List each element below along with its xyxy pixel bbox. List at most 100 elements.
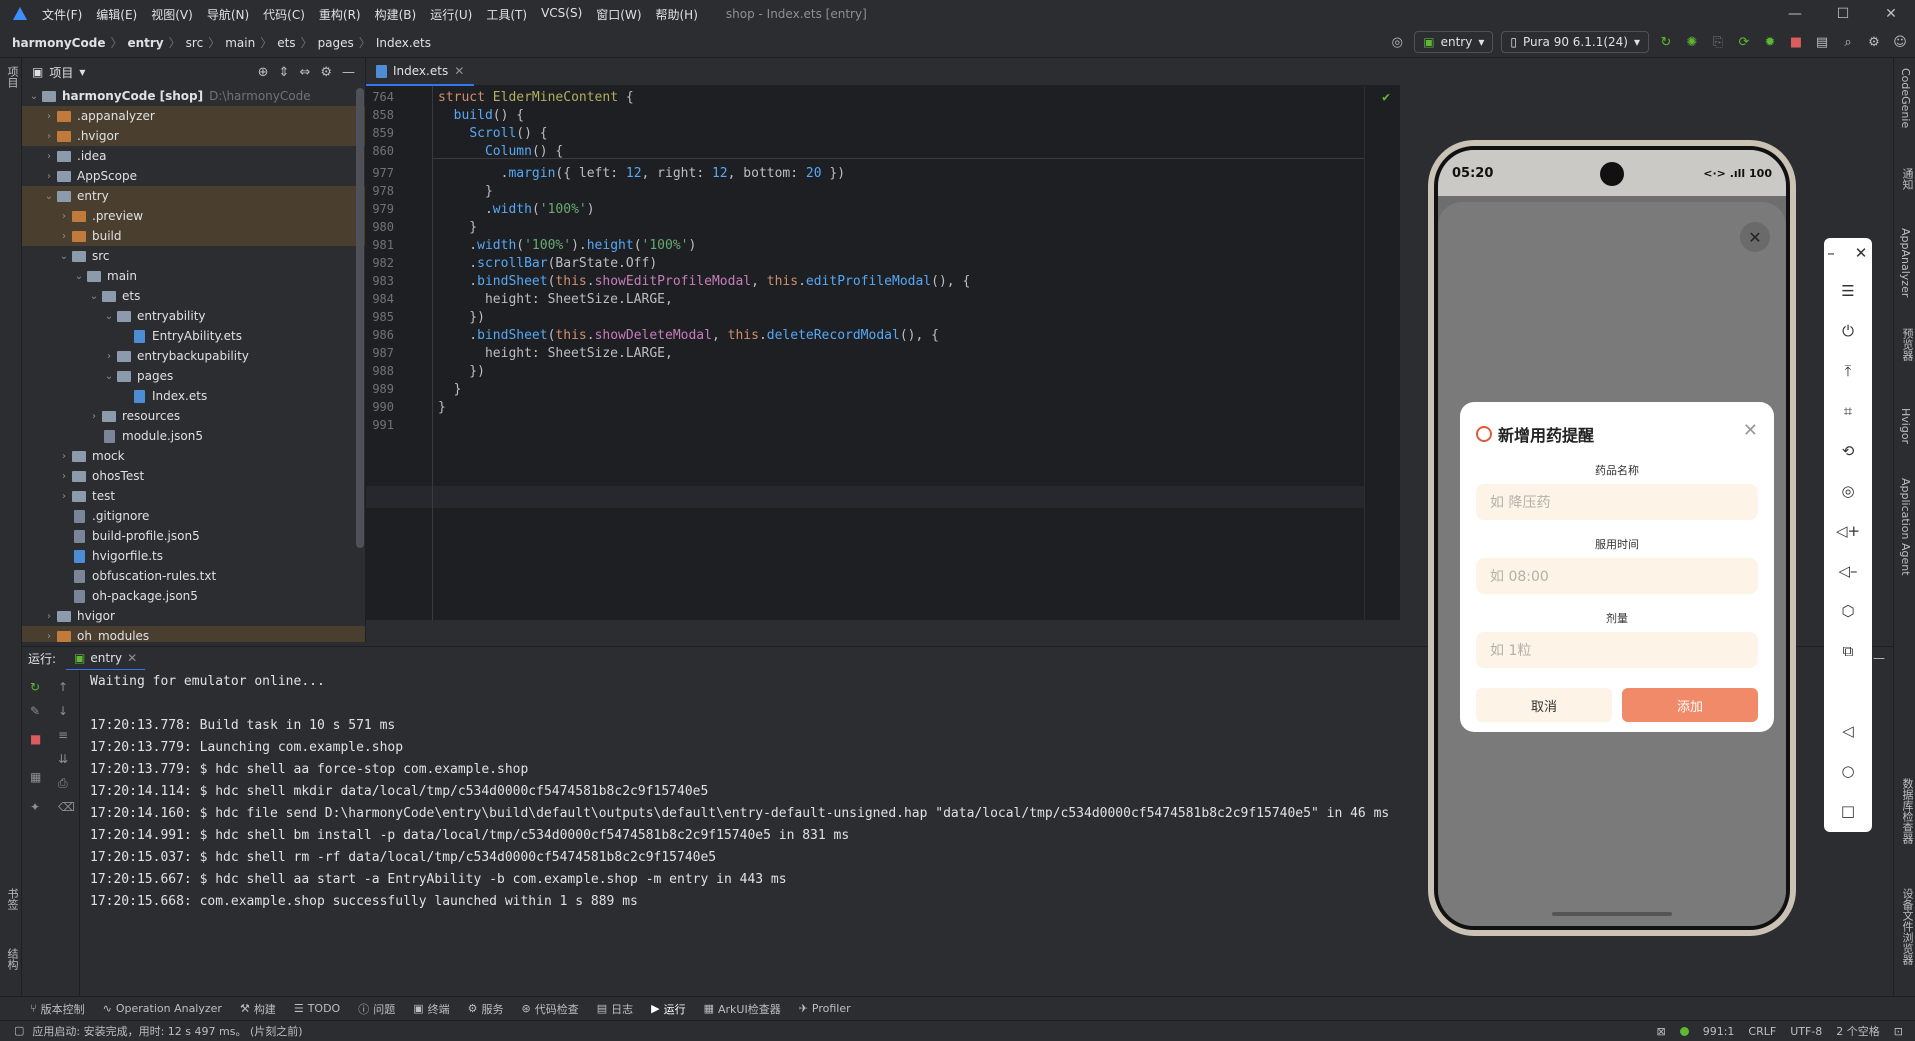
- line-separator[interactable]: CRLF: [1748, 1025, 1776, 1038]
- device-manager-icon[interactable]: ▤: [1813, 33, 1831, 51]
- tree-node[interactable]: ⌄ src: [22, 246, 365, 266]
- right-tool-button[interactable]: 数据库检查器: [1899, 778, 1915, 844]
- tool-window-button[interactable]: ▦ ArkUI检查器: [704, 1001, 781, 1017]
- collapse-all-icon[interactable]: ⇔: [299, 65, 310, 80]
- tree-node[interactable]: .gitignore: [22, 506, 365, 526]
- chevron-right-icon[interactable]: ›: [41, 111, 57, 122]
- medicine-name-input[interactable]: 如 降压药: [1476, 484, 1758, 520]
- tree-node[interactable]: › .idea: [22, 146, 365, 166]
- right-tool-button[interactable]: Application Agent: [1899, 478, 1912, 576]
- chevron-down-icon[interactable]: ⌄: [101, 371, 117, 382]
- run-tab-entry[interactable]: ▣ entry ✕: [66, 647, 146, 671]
- hide-panel-icon[interactable]: —: [1873, 651, 1885, 665]
- tree-node[interactable]: ⌄ entryability: [22, 306, 365, 326]
- minimize-icon[interactable]: —: [1771, 0, 1819, 28]
- tree-node[interactable]: › oh_modules: [22, 626, 365, 642]
- tree-node[interactable]: › .appanalyzer: [22, 106, 365, 126]
- tree-node[interactable]: › .preview: [22, 206, 365, 226]
- chevron-right-icon[interactable]: ›: [56, 211, 72, 222]
- stop-icon[interactable]: ■: [1787, 33, 1805, 51]
- code-editor[interactable]: 764 struct ElderMineContent {858 build() …: [366, 86, 1400, 620]
- chevron-down-icon[interactable]: ⌄: [71, 271, 87, 282]
- pin-icon[interactable]: ✦: [30, 800, 40, 814]
- debug-icon[interactable]: ✺: [1683, 33, 1701, 51]
- clear-icon[interactable]: ⌫: [58, 800, 75, 814]
- tool-window-button[interactable]: ✈ Profiler: [799, 1002, 851, 1015]
- up-icon[interactable]: ↑: [58, 680, 68, 694]
- target-icon[interactable]: ⊕: [258, 65, 269, 80]
- menu-item[interactable]: 工具(T): [486, 6, 527, 23]
- code-line[interactable]: 991: [366, 414, 394, 436]
- sheet-close-icon[interactable]: ✕: [1740, 222, 1770, 252]
- gear-icon[interactable]: ⚙: [320, 65, 332, 80]
- tree-node[interactable]: oh-package.json5: [22, 586, 365, 606]
- multi-screen-icon[interactable]: ⧉: [1824, 642, 1872, 660]
- menu-item[interactable]: 代码(C): [263, 6, 305, 23]
- attach-debugger-icon[interactable]: ⎘: [1709, 33, 1727, 51]
- screenshot-icon[interactable]: ◎: [1824, 482, 1872, 500]
- code-line[interactable]: 860 Column() {: [366, 140, 563, 162]
- tree-node[interactable]: hvigorfile.ts: [22, 546, 365, 566]
- bookmarks-tool-button[interactable]: 书签: [4, 888, 20, 910]
- home-indicator[interactable]: [1552, 912, 1672, 916]
- right-tool-button[interactable]: 通知: [1899, 168, 1915, 190]
- expand-all-icon[interactable]: ⇕: [279, 65, 290, 80]
- rotate-icon[interactable]: ⟲: [1824, 442, 1872, 460]
- chevron-right-icon[interactable]: ›: [56, 491, 72, 502]
- chevron-down-icon[interactable]: ⌄: [56, 251, 72, 262]
- chevron-right-icon[interactable]: ›: [41, 611, 57, 622]
- layout-icon[interactable]: ▦: [30, 770, 41, 784]
- chevron-right-icon[interactable]: ›: [56, 471, 72, 482]
- tree-node[interactable]: › test: [22, 486, 365, 506]
- right-tool-button[interactable]: AppAnalyzer: [1899, 228, 1912, 297]
- device-selector[interactable]: ▯ Pura 90 6.1.1(24) ▾: [1501, 31, 1649, 53]
- right-tool-button[interactable]: 预览器: [1899, 328, 1915, 361]
- chevron-down-icon[interactable]: ⌄: [86, 291, 102, 302]
- apply-changes-icon[interactable]: ⟳: [1735, 33, 1753, 51]
- tree-node[interactable]: module.json5: [22, 426, 365, 446]
- down-icon[interactable]: ↓: [58, 704, 68, 718]
- right-tool-button[interactable]: Hvigor: [1899, 408, 1912, 444]
- tool-window-button[interactable]: ⓘ 问题: [358, 1001, 395, 1017]
- upload-icon[interactable]: ⤒: [1824, 362, 1872, 380]
- power-icon[interactable]: ⏻: [1824, 322, 1872, 340]
- tool-window-button[interactable]: ⚒ 构建: [240, 1001, 276, 1017]
- settings-gear-icon[interactable]: ⚙: [1865, 33, 1883, 51]
- chevron-right-icon[interactable]: ›: [41, 151, 57, 162]
- structure-tool-button[interactable]: 结构: [4, 948, 20, 970]
- stop-icon[interactable]: ■: [30, 732, 41, 746]
- tree-node[interactable]: › entrybackupability: [22, 346, 365, 366]
- breadcrumb-item[interactable]: entry: [127, 36, 163, 50]
- menu-item[interactable]: VCS(S): [541, 6, 582, 23]
- emulator-minimize-icon[interactable]: –: [1816, 244, 1846, 262]
- close-tab-icon[interactable]: ✕: [127, 651, 137, 665]
- editor-hscroll[interactable]: [366, 620, 1400, 642]
- tree-node[interactable]: ⌄ main: [22, 266, 365, 286]
- module-selector[interactable]: ▣ entry ▾: [1414, 31, 1494, 53]
- no-problems-check-icon[interactable]: ✔: [1382, 90, 1390, 105]
- lock-icon[interactable]: ⊡: [1894, 1025, 1903, 1038]
- tree-node[interactable]: › mock: [22, 446, 365, 466]
- breadcrumb-item[interactable]: pages: [318, 36, 354, 50]
- fold-icon[interactable]: ⬡: [1824, 602, 1872, 620]
- tree-scrollbar[interactable]: [356, 88, 364, 548]
- breadcrumb-item[interactable]: main: [225, 36, 255, 50]
- print-icon[interactable]: ⎙: [58, 776, 68, 791]
- add-button[interactable]: 添加: [1622, 688, 1758, 722]
- project-tool-button[interactable]: 项目: [4, 66, 20, 88]
- project-panel-title[interactable]: 项目: [49, 64, 73, 81]
- wrench-icon[interactable]: ✎: [30, 704, 40, 718]
- tool-window-button[interactable]: ▤ 日志: [597, 1001, 633, 1017]
- tree-node[interactable]: Index.ets: [22, 386, 365, 406]
- breadcrumb-item[interactable]: harmonyCode: [12, 36, 105, 50]
- emulator-close-icon[interactable]: ✕: [1846, 244, 1876, 262]
- breadcrumb-item[interactable]: ets: [277, 36, 295, 50]
- account-icon[interactable]: ☺: [1891, 33, 1909, 51]
- dosage-input[interactable]: 如 1粒: [1476, 632, 1758, 668]
- cancel-button[interactable]: 取消: [1476, 688, 1612, 722]
- close-window-icon[interactable]: ✕: [1867, 0, 1915, 28]
- right-tool-button[interactable]: CodeGenie: [1899, 68, 1912, 128]
- phone-screen[interactable]: 05:20 <·> .ıll 100 ✕ 新增用药提醒 ✕ 药品名称如 降压药服…: [1434, 146, 1790, 930]
- menu-icon[interactable]: ☰: [1824, 282, 1872, 300]
- chevron-right-icon[interactable]: ›: [41, 131, 57, 142]
